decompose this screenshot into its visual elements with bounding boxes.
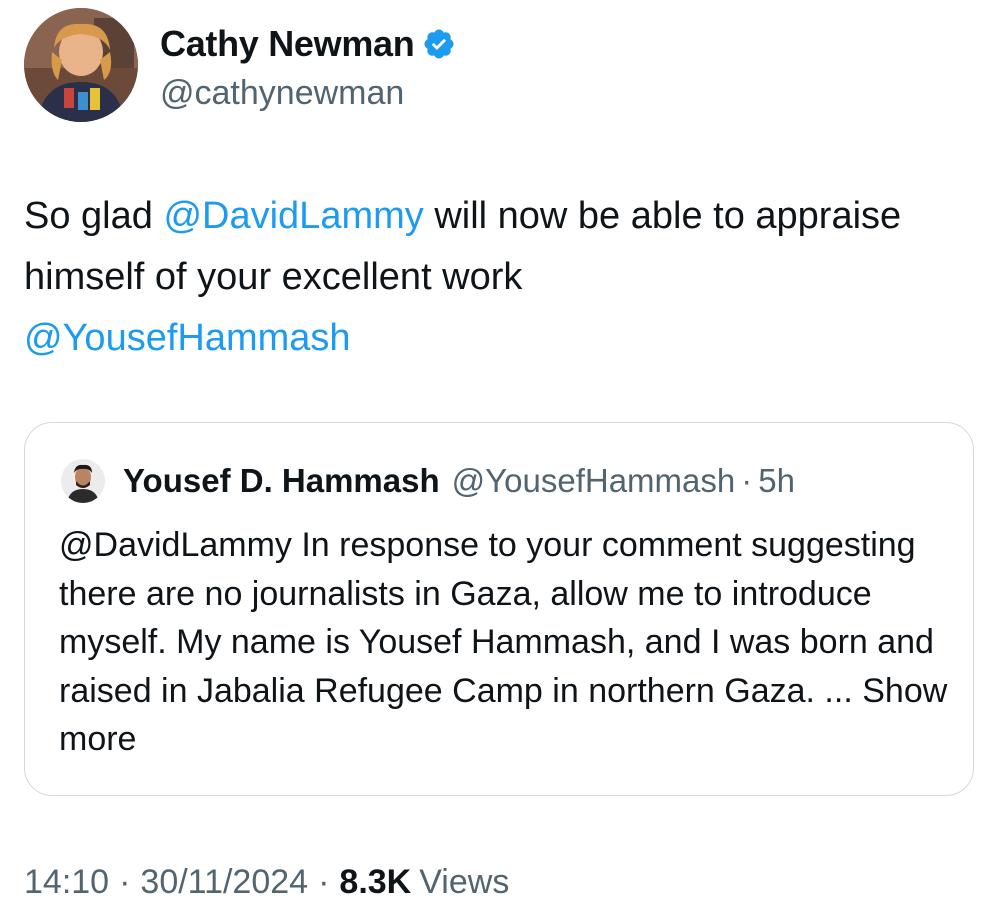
tweet-text: So glad @DavidLammy will now be able to … — [24, 186, 924, 369]
author-handle[interactable]: @cathynewman — [160, 74, 456, 113]
author-info: Cathy Newman @cathynewman — [160, 22, 456, 113]
quoted-author-handle[interactable]: @YousefHammash — [452, 462, 736, 500]
separator-dot: · — [318, 862, 330, 901]
quoted-tweet-body: @DavidLammy In response to your comment … — [59, 526, 934, 710]
quoted-author-name[interactable]: Yousef D. Hammash — [123, 462, 440, 500]
author-avatar[interactable] — [24, 8, 138, 122]
tweet-text-part: So glad — [24, 195, 164, 237]
tweet-time[interactable]: 14:10 — [24, 863, 109, 902]
quoted-tweet-header: Yousef D. Hammash @YousefHammash · 5h — [61, 459, 795, 503]
separator-dot: · — [741, 462, 753, 499]
verified-badge-icon[interactable] — [422, 27, 456, 61]
quoted-author-avatar[interactable] — [61, 459, 105, 503]
author-name[interactable]: Cathy Newman — [160, 23, 415, 65]
quoted-tweet-time[interactable]: 5h — [758, 462, 795, 500]
quoted-tweet-text: @DavidLammy In response to your comment … — [59, 521, 949, 764]
mention-link-davidlammy[interactable]: @DavidLammy — [163, 195, 423, 237]
author-name-row: Cathy Newman — [160, 22, 456, 66]
tweet-date[interactable]: 30/11/2024 — [140, 863, 308, 902]
mention-link-yousefhammash[interactable]: @YousefHammash — [24, 317, 351, 359]
views-count: 8.3K — [339, 862, 412, 901]
tweet-header: Cathy Newman @cathynewman — [24, 8, 456, 122]
views-label: Views — [419, 862, 510, 901]
separator-dot: · — [119, 862, 131, 901]
quoted-tweet-card[interactable]: Yousef D. Hammash @YousefHammash · 5h @D… — [24, 422, 974, 796]
tweet-meta: 14:10 · 30/11/2024 · 8.3K Views — [24, 858, 509, 906]
